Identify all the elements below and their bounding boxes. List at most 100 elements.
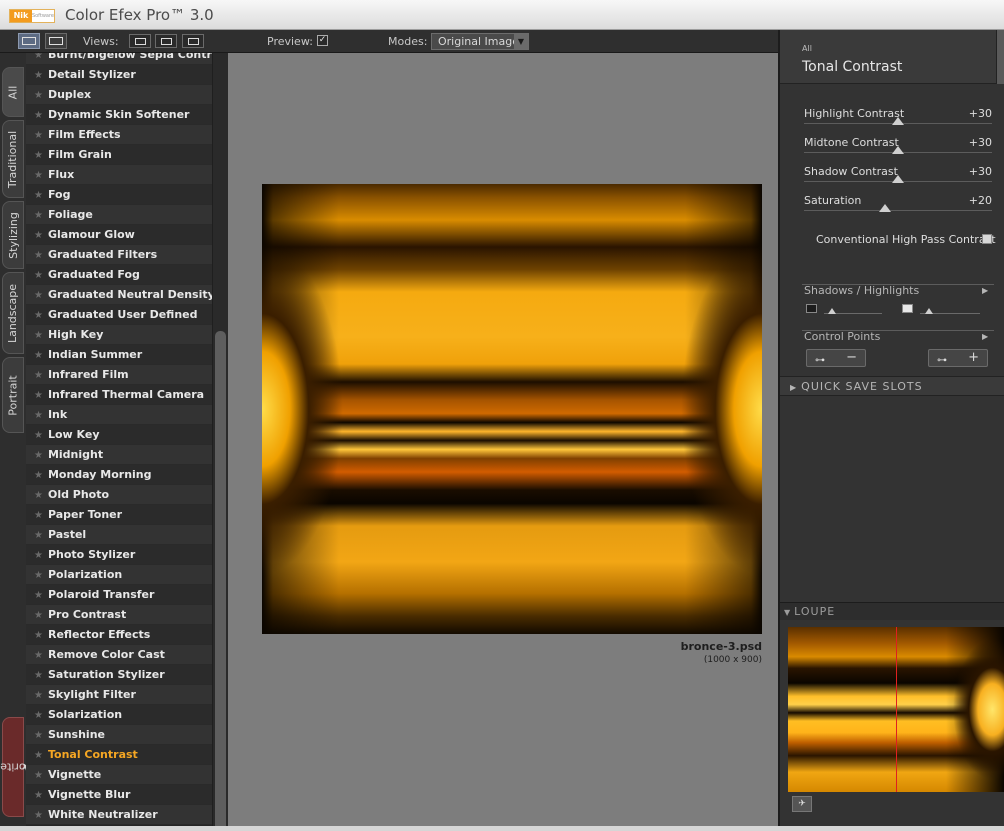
slider-thumb[interactable] bbox=[892, 117, 904, 125]
filter-list-view-button[interactable] bbox=[45, 33, 67, 49]
filter-list-item[interactable]: ★ Infrared Thermal Camera bbox=[26, 385, 212, 405]
filter-list-item[interactable]: ★ Solarization bbox=[26, 705, 212, 725]
filter-list-item[interactable]: ★ Graduated User Defined bbox=[26, 305, 212, 325]
preview-image[interactable] bbox=[262, 184, 762, 634]
filter-list-item[interactable]: ★ Graduated Filters bbox=[26, 245, 212, 265]
view-split-button[interactable] bbox=[155, 34, 177, 48]
filter-list-item[interactable]: ★ Infrared Film bbox=[26, 365, 212, 385]
slider-track[interactable] bbox=[804, 210, 992, 211]
filter-list-item[interactable]: ★ Monday Morning bbox=[26, 465, 212, 485]
filter-list-item[interactable]: ★ Photo Stylizer bbox=[26, 545, 212, 565]
tab-all[interactable]: All bbox=[2, 67, 24, 117]
filter-list-item[interactable]: ★ Duplex bbox=[26, 85, 212, 105]
tab-landscape[interactable]: Landscape bbox=[2, 272, 24, 354]
filter-list-item[interactable]: ★ Graduated Neutral Density bbox=[26, 285, 212, 305]
view-single-button[interactable] bbox=[129, 34, 151, 48]
favorite-star-icon[interactable]: ★ bbox=[34, 690, 43, 701]
favorite-star-icon[interactable]: ★ bbox=[34, 630, 43, 641]
filter-list-item[interactable]: ★ Dynamic Skin Softener bbox=[26, 105, 212, 125]
filter-list-item[interactable]: ★ High Key bbox=[26, 325, 212, 345]
favorite-star-icon[interactable]: ★ bbox=[34, 470, 43, 481]
view-side-by-side-button[interactable] bbox=[182, 34, 204, 48]
favorite-star-icon[interactable]: ★ bbox=[34, 110, 43, 121]
expand-arrow-icon[interactable]: ▶ bbox=[982, 286, 988, 295]
filter-list-item[interactable]: ★ Burnt/Bigelow Sepia Contrast bbox=[26, 53, 212, 65]
filter-list-item[interactable]: ★ Ink bbox=[26, 405, 212, 425]
slider-thumb[interactable] bbox=[892, 146, 904, 154]
remove-control-point-button[interactable]: ⊶ − bbox=[806, 349, 866, 367]
favorite-star-icon[interactable]: ★ bbox=[34, 770, 43, 781]
preview-checkbox[interactable]: ✓ bbox=[317, 35, 328, 46]
favorite-star-icon[interactable]: ★ bbox=[34, 510, 43, 521]
loupe-view[interactable] bbox=[788, 627, 1004, 792]
favorite-star-icon[interactable]: ★ bbox=[34, 610, 43, 621]
filter-list-item[interactable]: ★ Flux bbox=[26, 165, 212, 185]
favorite-star-icon[interactable]: ★ bbox=[34, 90, 43, 101]
filter-list-scrollbar[interactable] bbox=[212, 53, 228, 831]
filter-list-item[interactable]: ★ Vignette Blur bbox=[26, 785, 212, 805]
filter-list-item[interactable]: ★ Fog bbox=[26, 185, 212, 205]
filter-list-item[interactable]: ★ Pro Contrast bbox=[26, 605, 212, 625]
favorite-star-icon[interactable]: ★ bbox=[34, 53, 43, 61]
favorite-star-icon[interactable]: ★ bbox=[34, 750, 43, 761]
favorite-star-icon[interactable]: ★ bbox=[34, 430, 43, 441]
filter-list-item[interactable]: ★ Low Key bbox=[26, 425, 212, 445]
filter-list-item[interactable]: ★ Pastel bbox=[26, 525, 212, 545]
loupe-header[interactable]: ▼ LOUPE bbox=[780, 602, 1004, 620]
favorite-star-icon[interactable]: ★ bbox=[34, 370, 43, 381]
modes-select[interactable]: Original Image ▼ bbox=[431, 33, 529, 50]
favorite-star-icon[interactable]: ★ bbox=[34, 250, 43, 261]
favorite-star-icon[interactable]: ★ bbox=[34, 350, 43, 361]
favorite-star-icon[interactable]: ★ bbox=[34, 390, 43, 401]
favorite-star-icon[interactable]: ★ bbox=[34, 710, 43, 721]
favorite-star-icon[interactable]: ★ bbox=[34, 310, 43, 321]
favorite-star-icon[interactable]: ★ bbox=[34, 290, 43, 301]
tab-stylizing[interactable]: Stylizing bbox=[2, 201, 24, 269]
filter-list-item[interactable]: ★ Paper Toner bbox=[26, 505, 212, 525]
quick-save-slots-header[interactable]: ▶ QUICK SAVE SLOTS bbox=[780, 376, 1004, 396]
tab-traditional[interactable]: Traditional bbox=[2, 120, 24, 198]
favorite-star-icon[interactable]: ★ bbox=[34, 490, 43, 501]
slider-thumb[interactable] bbox=[892, 175, 904, 183]
filter-list-item[interactable]: ★ Sunshine bbox=[26, 725, 212, 745]
scrollbar-thumb[interactable] bbox=[215, 331, 226, 831]
filter-list-item[interactable]: ★ Detail Stylizer bbox=[26, 65, 212, 85]
filter-list-item[interactable]: ★ Film Grain bbox=[26, 145, 212, 165]
favorite-star-icon[interactable]: ★ bbox=[34, 330, 43, 341]
add-control-point-button[interactable]: ⊶ + bbox=[928, 349, 988, 367]
shadows-slider-thumb[interactable] bbox=[828, 308, 836, 314]
filter-list-item[interactable]: ★ Glamour Glow bbox=[26, 225, 212, 245]
favorite-star-icon[interactable]: ★ bbox=[34, 650, 43, 661]
filter-list-item[interactable]: ★ Polarization bbox=[26, 565, 212, 585]
filter-list-item[interactable]: ★ Foliage bbox=[26, 205, 212, 225]
filter-list-item[interactable]: ★ Graduated Fog bbox=[26, 265, 212, 285]
favorite-star-icon[interactable]: ★ bbox=[34, 590, 43, 601]
favorite-star-icon[interactable]: ★ bbox=[34, 810, 43, 821]
filter-list-item[interactable]: ★ Tonal Contrast bbox=[26, 745, 212, 765]
filter-list-item[interactable]: ★ Skylight Filter bbox=[26, 685, 212, 705]
filter-list-item[interactable]: ★ Midnight bbox=[26, 445, 212, 465]
favorite-star-icon[interactable]: ★ bbox=[34, 530, 43, 541]
favorite-star-icon[interactable]: ★ bbox=[34, 130, 43, 141]
favorite-star-icon[interactable]: ★ bbox=[34, 210, 43, 221]
filter-list-item[interactable]: ★ Remove Color Cast bbox=[26, 645, 212, 665]
tab-favorites[interactable]: ★ Favorites bbox=[0, 717, 44, 817]
favorite-star-icon[interactable]: ★ bbox=[34, 550, 43, 561]
single-image-view-button[interactable] bbox=[18, 33, 40, 49]
favorite-star-icon[interactable]: ★ bbox=[34, 190, 43, 201]
panel-scroll-button[interactable] bbox=[996, 30, 1004, 84]
favorite-star-icon[interactable]: ★ bbox=[34, 790, 43, 801]
high-pass-checkbox[interactable] bbox=[982, 234, 992, 244]
favorite-star-icon[interactable]: ★ bbox=[34, 270, 43, 281]
filter-list-item[interactable]: ★ Saturation Stylizer bbox=[26, 665, 212, 685]
tab-portrait[interactable]: Portrait bbox=[2, 357, 24, 433]
slider-thumb[interactable] bbox=[878, 204, 891, 212]
filter-list-item[interactable]: ★ Film Effects bbox=[26, 125, 212, 145]
pin-icon[interactable]: ✈ bbox=[792, 796, 812, 812]
filter-list-item[interactable]: ★ Reflector Effects bbox=[26, 625, 212, 645]
filter-list-item[interactable]: ★ Old Photo bbox=[26, 485, 212, 505]
highlights-slider-thumb[interactable] bbox=[925, 308, 933, 314]
expand-arrow-icon[interactable]: ▶ bbox=[982, 332, 988, 341]
favorite-star-icon[interactable]: ★ bbox=[34, 410, 43, 421]
favorite-star-icon[interactable]: ★ bbox=[34, 670, 43, 681]
